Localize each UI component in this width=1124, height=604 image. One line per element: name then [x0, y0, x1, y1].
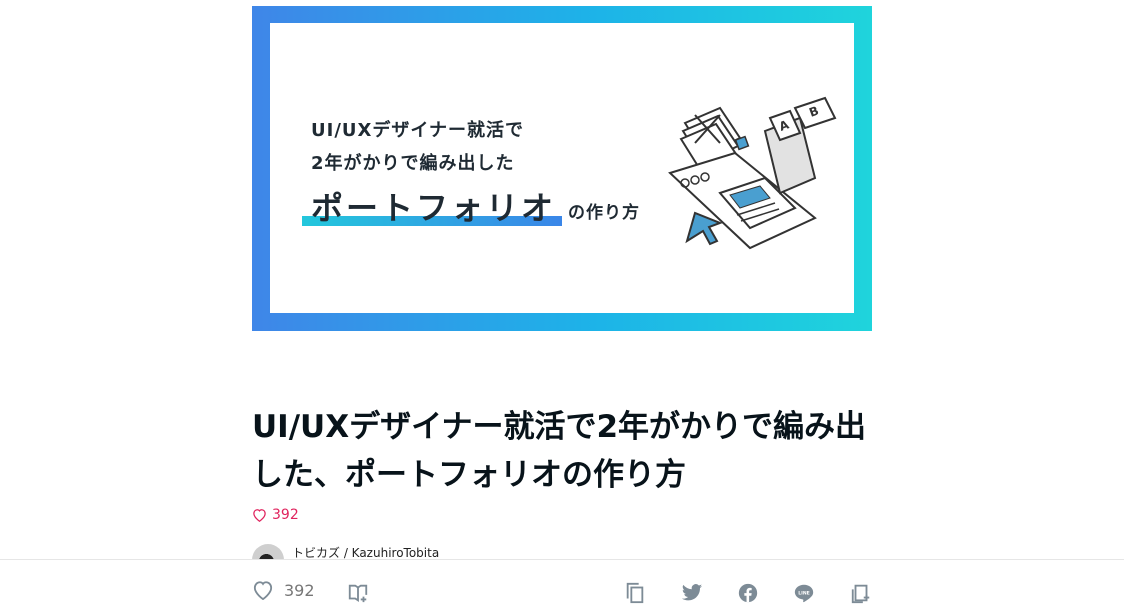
embed-icon[interactable]: [850, 582, 872, 604]
line-icon[interactable]: LINE: [793, 582, 815, 604]
like-count[interactable]: 392: [252, 507, 299, 523]
bottom-action-bar: 392 LINE: [0, 559, 1124, 604]
heart-icon: [253, 509, 266, 522]
hero-line-2: 2年がかりで編み出した: [311, 153, 515, 174]
hero-image: UI/UXデザイナー就活で 2年がかりで編み出した ポートフォリオ の作り方 A…: [252, 6, 872, 331]
heart-icon: [253, 581, 273, 600]
article-title: UI/UXデザイナー就活で2年がかりで編み出した、ポートフォリオの作り方: [252, 409, 867, 493]
hero-line-3-suffix: の作り方: [568, 203, 640, 223]
twitter-icon[interactable]: [681, 582, 703, 604]
portfolio-illustration: A B: [668, 96, 837, 250]
hero-card: UI/UXデザイナー就活で 2年がかりで編み出した ポートフォリオ の作り方 A…: [270, 23, 854, 313]
hero-line-1: UI/UXデザイナー就活で: [311, 120, 525, 141]
copy-link-icon[interactable]: [624, 582, 646, 604]
svg-text:LINE: LINE: [798, 590, 810, 596]
hero-line-3: ポートフォリオ: [311, 189, 557, 227]
bottom-like-button[interactable]: 392: [252, 580, 315, 600]
magazine-add-icon[interactable]: [347, 582, 369, 604]
like-count-value: 392: [272, 507, 299, 523]
facebook-icon[interactable]: [737, 582, 759, 604]
bottom-like-count: 392: [284, 580, 315, 600]
